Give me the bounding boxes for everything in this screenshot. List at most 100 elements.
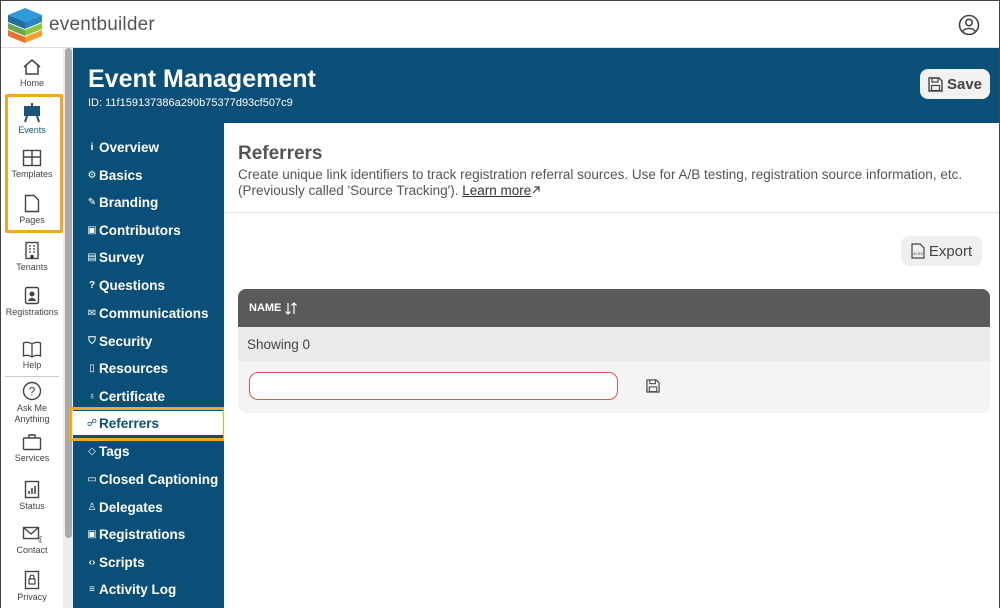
column-header-name[interactable]: NAME [249, 302, 281, 314]
xlsx-file-icon: XLSX [911, 243, 925, 259]
nav-status[interactable]: Status [1, 480, 63, 512]
shield-icon: ⛉ [88, 335, 96, 347]
nav-contact[interactable]: @ Contact [1, 526, 63, 556]
question-mark-icon: ? [88, 279, 96, 291]
save-button-label: Save [946, 75, 983, 93]
envelope-icon: ✉ [87, 307, 97, 319]
nav-home[interactable]: Home [1, 58, 63, 89]
building-icon [25, 241, 39, 260]
subnav-security[interactable]: ⛉ Security [73, 329, 224, 353]
subnav-label: Activity Log [99, 581, 177, 597]
subnav-label: Communications [99, 305, 209, 321]
nav-services-label: Services [14, 453, 50, 463]
referrer-name-input[interactable] [249, 372, 618, 400]
briefcase-icon [22, 434, 42, 451]
subnav-resources[interactable]: ▯ Resources [73, 356, 224, 380]
page-title: Event Management [88, 65, 316, 93]
nav-services[interactable]: Services [1, 433, 63, 464]
code-icon: ‹› [88, 556, 96, 568]
subnav-activity-log[interactable]: ≡ Activity Log [73, 577, 224, 601]
id-card-icon: ▣ [87, 224, 97, 236]
svg-text:XLSX: XLSX [913, 251, 924, 256]
settings-icon: ⚙ [87, 169, 97, 181]
event-id: ID: 11f159137386a290b75377d93cf507c9 [88, 97, 293, 109]
subnav-certificate[interactable]: ♁ Certificate [73, 384, 224, 408]
mail-icon: @ [22, 526, 42, 543]
subnav-label: Overview [99, 139, 160, 155]
nav-ask-label-2: Anything [14, 414, 50, 424]
subnav-scripts[interactable]: ‹› Scripts [73, 550, 224, 574]
nav-ask-label: Ask Me [16, 403, 47, 413]
nav-tenants[interactable]: Tenants [1, 241, 63, 273]
top-bar: eventbuilder [1, 1, 999, 48]
subnav-basics[interactable]: ⚙ Basics [73, 163, 224, 187]
brush-icon: ✎ [87, 196, 97, 208]
question-icon: ? [22, 381, 42, 401]
subnav-tags[interactable]: ◇ Tags [73, 439, 224, 463]
showing-count: Showing 0 [238, 327, 990, 361]
svg-text:?: ? [29, 385, 36, 399]
survey-icon: ▤ [87, 251, 97, 263]
table-header: NAME [238, 289, 990, 327]
subnav-label: Questions [99, 277, 166, 293]
subnav-closed-captioning[interactable]: ▭ Closed Captioning [73, 467, 224, 491]
subnav-label: Resources [99, 360, 169, 376]
badge-icon: ▣ [87, 528, 97, 540]
nav-help[interactable]: Help [1, 341, 63, 371]
subnav-branding[interactable]: ✎ Branding [73, 190, 224, 214]
subnav-overview[interactable]: i Overview [73, 135, 224, 159]
subnav-label: Security [99, 333, 153, 349]
left-nav-scrollbar-thumb[interactable] [65, 48, 72, 538]
event-sub-navigation: i Overview ⚙ Basics ✎ Branding ▣ Contributor… [73, 123, 224, 608]
sort-icon[interactable] [284, 301, 298, 315]
section-description: Create unique link identifiers to track … [238, 167, 998, 199]
brand-name: eventbuilder [49, 14, 155, 35]
eventbuilder-logo[interactable] [6, 6, 44, 44]
save-button[interactable]: Save [920, 69, 990, 99]
nav-divider [5, 376, 59, 377]
nav-registrations-label: Registrations [5, 307, 59, 317]
subnav-survey[interactable]: ▤ Survey [73, 245, 224, 269]
nav-privacy[interactable]: Privacy [1, 570, 63, 603]
subnav-label: Survey [99, 249, 145, 265]
person-icon: ♙ [87, 501, 97, 513]
section-title: Referrers [238, 143, 323, 164]
user-account-icon[interactable] [958, 14, 980, 36]
save-referrer-icon[interactable] [646, 379, 660, 393]
event-header: Event Management ID: 11f159137386a290b75… [73, 48, 999, 123]
subnav-label: Registrations [99, 526, 186, 542]
floppy-disk-icon [928, 76, 943, 92]
nav-ask-me-anything[interactable]: ? Ask Me Anything [1, 381, 63, 425]
nav-help-label: Help [22, 360, 42, 370]
subnav-questions[interactable]: ? Questions [73, 273, 224, 297]
nav-tenants-label: Tenants [16, 262, 48, 272]
svg-text:@: @ [38, 535, 42, 543]
description-text: Create unique link identifiers to track … [238, 167, 963, 198]
subnav-label: Certificate [99, 388, 166, 404]
award-icon: ♁ [88, 390, 96, 402]
nav-status-label: Status [19, 501, 45, 511]
subnav-delegates[interactable]: ♙ Delegates [73, 495, 224, 519]
export-button[interactable]: XLSX Export [901, 236, 982, 266]
subnav-contributors[interactable]: ▣ Contributors [73, 218, 224, 242]
highlight-box-events-group [5, 94, 63, 233]
export-button-label: Export [928, 242, 973, 260]
learn-more-link[interactable]: Learn more [462, 183, 531, 198]
subnav-label: Closed Captioning [99, 471, 219, 487]
info-icon: i [90, 141, 94, 153]
external-link-icon [532, 186, 540, 194]
highlight-box-referrers [69, 407, 226, 441]
subnav-registrations[interactable]: ▣ Registrations [73, 522, 224, 546]
lock-icon [24, 570, 40, 590]
tag-icon: ◇ [88, 445, 96, 457]
subnav-label: Branding [99, 194, 159, 210]
nav-home-label: Home [19, 78, 44, 88]
subnav-communications[interactable]: ✉ Communications [73, 301, 224, 325]
nav-contact-label: Contact [16, 545, 48, 555]
subnav-label: Delegates [99, 499, 163, 515]
nav-registrations[interactable]: Registrations [1, 286, 63, 318]
status-icon [24, 480, 40, 499]
main-content: Referrers Create unique link identifiers… [224, 123, 999, 608]
nav-privacy-label: Privacy [17, 592, 47, 602]
cc-icon: ▭ [87, 473, 97, 485]
